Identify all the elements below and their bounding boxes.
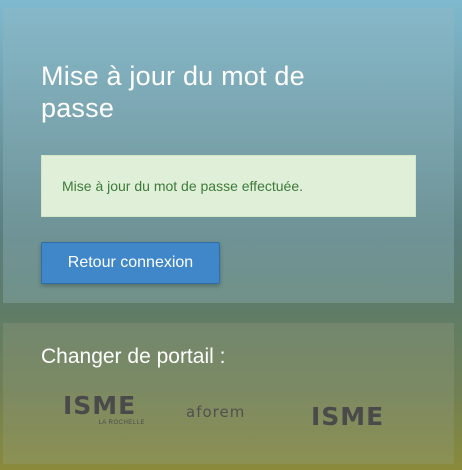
password-update-panel: Mise à jour du mot de passe Mise à jour … [3,8,454,303]
page-title: Mise à jour du mot de passe [41,61,305,123]
isme-logo[interactable]: ISME [311,402,384,431]
isme-logo-text: ISME [63,391,137,420]
aforem-logo[interactable]: aforem [186,403,245,421]
isme-la-rochelle-logo[interactable]: ISME LA ROCHELLE [63,391,145,427]
success-alert-text: Mise à jour du mot de passe effectuée. [62,178,303,194]
isme-logo-subtitle: LA ROCHELLE [98,420,145,426]
portal-switch-title: Changer de portail : [41,345,226,368]
portal-switch-panel: Changer de portail : ISME LA ROCHELLE af… [3,323,454,464]
success-alert: Mise à jour du mot de passe effectuée. [41,155,416,217]
back-to-login-button[interactable]: Retour connexion [41,242,220,284]
